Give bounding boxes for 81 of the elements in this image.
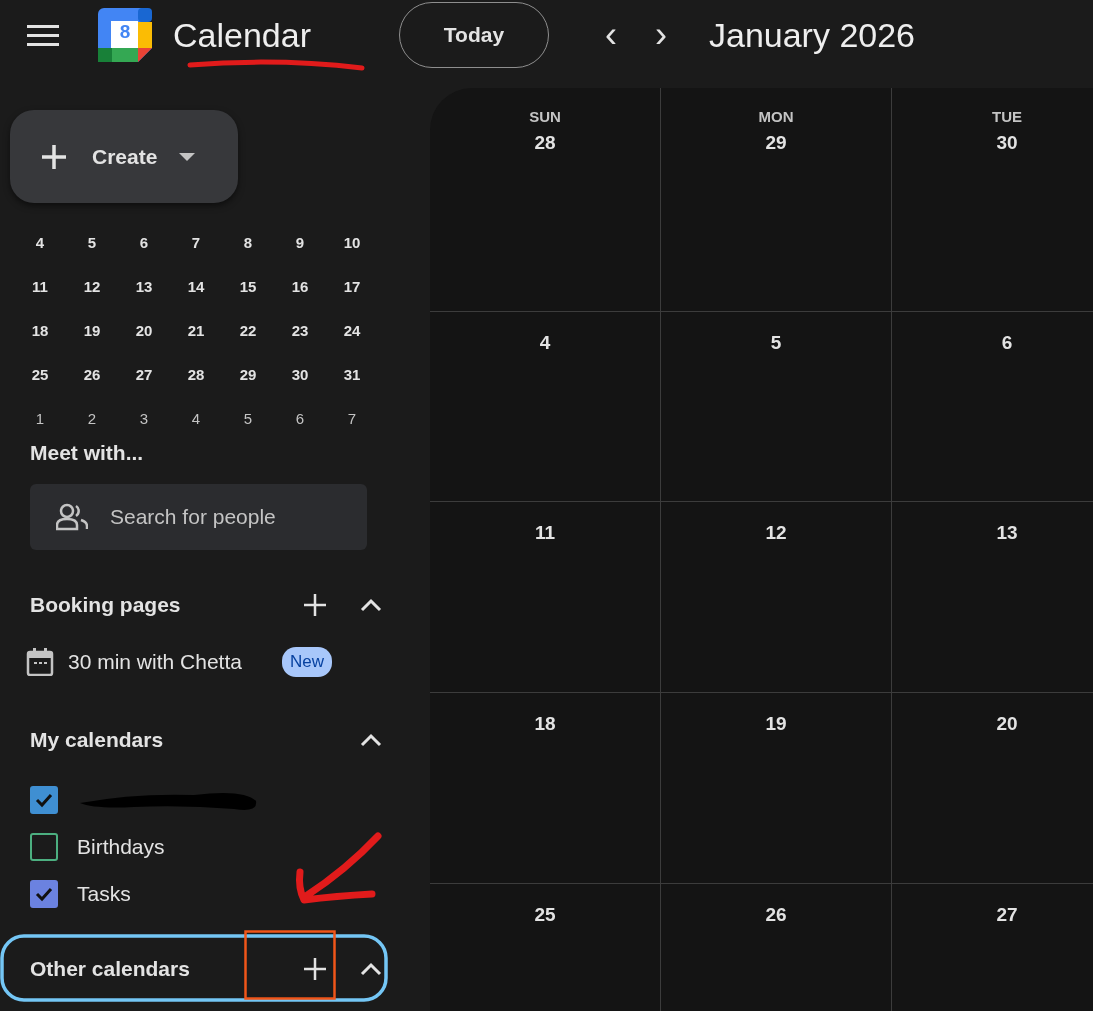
calendar-name: Tasks	[77, 880, 131, 907]
date-cell[interactable]: 1	[14, 407, 66, 431]
chevron-icon	[359, 960, 383, 978]
date-number[interactable]: 30	[996, 128, 1018, 157]
date-number[interactable]: 5	[770, 329, 782, 358]
date-cell[interactable]: 12	[66, 275, 118, 299]
logo-digit: 8	[118, 20, 132, 44]
date-cell[interactable]: 11	[14, 275, 66, 299]
date-cell[interactable]: 8	[222, 231, 274, 255]
date-cell[interactable]: 26	[66, 363, 118, 387]
checkbox[interactable]	[30, 785, 58, 814]
plus-icon	[40, 142, 68, 171]
menu-icon	[27, 23, 59, 47]
section-title: Booking pages	[30, 592, 181, 619]
date-cell[interactable]: 31	[326, 363, 378, 387]
date-cell[interactable]: 25	[14, 363, 66, 387]
date-cell[interactable]: 14	[170, 275, 222, 299]
date-number[interactable]: 4	[539, 329, 551, 358]
date-number[interactable]: 28	[534, 128, 556, 157]
date-number[interactable]: 13	[996, 519, 1018, 548]
new-badge: New	[281, 647, 332, 677]
caret-icon	[179, 152, 196, 161]
section-title: My calendars	[30, 727, 164, 754]
date-cell[interactable]: 7	[326, 407, 378, 431]
date-number[interactable]: 11	[534, 519, 556, 548]
date-cell[interactable]: 27	[118, 363, 170, 387]
date-cell[interactable]: 15	[222, 275, 274, 299]
calendar-logo-icon	[98, 8, 152, 62]
date-cell[interactable]: 3	[118, 407, 170, 431]
date-cell[interactable]: 28	[170, 363, 222, 387]
date-cell[interactable]: 22	[222, 319, 274, 343]
search-field[interactable]: Search for people	[30, 484, 367, 550]
chevron-icon	[359, 731, 383, 749]
checkbox[interactable]	[30, 879, 58, 908]
date-number[interactable]: 29	[765, 128, 787, 157]
date-cell[interactable]: 6	[274, 407, 326, 431]
date-cell[interactable]: 6	[118, 231, 170, 255]
date-number[interactable]: 12	[765, 519, 787, 548]
date-cell[interactable]: 17	[326, 275, 378, 299]
date-cell[interactable]: 24	[326, 319, 378, 343]
date-cell[interactable]: 5	[66, 231, 118, 255]
date-number[interactable]: 27	[996, 901, 1018, 930]
plus-icon	[303, 957, 327, 981]
previous-button[interactable]: ‹	[597, 17, 625, 53]
calendar-icon	[26, 648, 54, 676]
date-cell[interactable]: 23	[274, 319, 326, 343]
date-cell[interactable]: 16	[274, 275, 326, 299]
day-name: TUE	[992, 107, 1022, 127]
calendar-name: Birthdays	[77, 833, 165, 860]
date-number[interactable]: 25	[534, 901, 556, 930]
plus-icon	[303, 593, 327, 617]
app-title: Calendar	[173, 14, 311, 56]
date-cell[interactable]: 21	[170, 319, 222, 343]
date-cell[interactable]: 4	[14, 231, 66, 255]
date-number[interactable]: 19	[765, 710, 787, 739]
date-cell[interactable]: 5	[222, 407, 274, 431]
date-cell[interactable]: 4	[170, 407, 222, 431]
date-cell[interactable]: 13	[118, 275, 170, 299]
section-title: Meet with...	[30, 441, 145, 465]
date-number[interactable]: 6	[1001, 329, 1013, 358]
chevron-icon	[359, 596, 383, 614]
booking-page-link[interactable]: 30 min with Chetta	[68, 646, 242, 678]
month-title: January 2026	[709, 14, 916, 56]
day-name: SUN	[529, 107, 561, 127]
date-cell[interactable]: 10	[326, 231, 378, 255]
date-cell[interactable]: 29	[222, 363, 274, 387]
date-cell[interactable]: 30	[274, 363, 326, 387]
date-cell[interactable]: 7	[170, 231, 222, 255]
date-cell[interactable]: 9	[274, 231, 326, 255]
date-number[interactable]: 20	[996, 710, 1018, 739]
date-cell[interactable]: 19	[66, 319, 118, 343]
day-name: MON	[758, 107, 794, 127]
create-button[interactable]: Create	[10, 110, 238, 203]
checkbox[interactable]	[30, 832, 58, 861]
section-title: Other calendars	[30, 956, 190, 983]
next-button[interactable]: ›	[647, 17, 675, 53]
date-number[interactable]: 18	[534, 710, 556, 739]
date-cell[interactable]: 2	[66, 407, 118, 431]
date-cell[interactable]: 20	[118, 319, 170, 343]
date-number[interactable]: 26	[765, 901, 787, 930]
date-cell[interactable]: 18	[14, 319, 66, 343]
